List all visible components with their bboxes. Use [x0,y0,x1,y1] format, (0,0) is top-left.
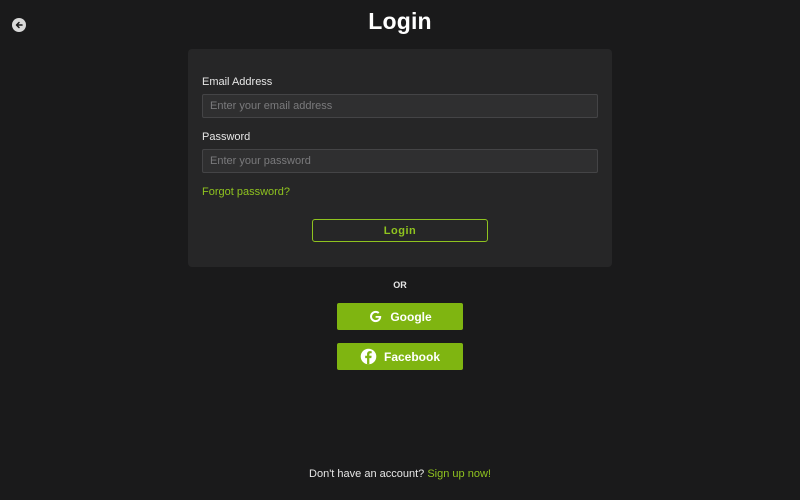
signup-link[interactable]: Sign up now! [427,468,491,480]
forgot-password-link[interactable]: Forgot password? [202,186,290,198]
or-divider: OR [393,280,407,290]
signup-prompt-text: Don't have an account? [309,468,425,480]
password-input[interactable] [202,149,598,173]
facebook-icon [360,348,377,365]
email-label: Email Address [202,76,273,88]
google-login-button[interactable]: Google [337,303,463,330]
login-button[interactable]: Login [312,219,488,242]
signup-prompt: Don't have an account? Sign up now! [0,468,800,480]
facebook-login-button[interactable]: Facebook [337,343,463,370]
email-input[interactable] [202,94,598,118]
google-button-label: Google [390,309,432,324]
facebook-button-label: Facebook [383,349,440,364]
page-title: Login [368,8,432,34]
password-label: Password [202,131,251,143]
google-icon [368,309,383,324]
login-card: Email Address Password Forgot password? … [188,49,612,267]
